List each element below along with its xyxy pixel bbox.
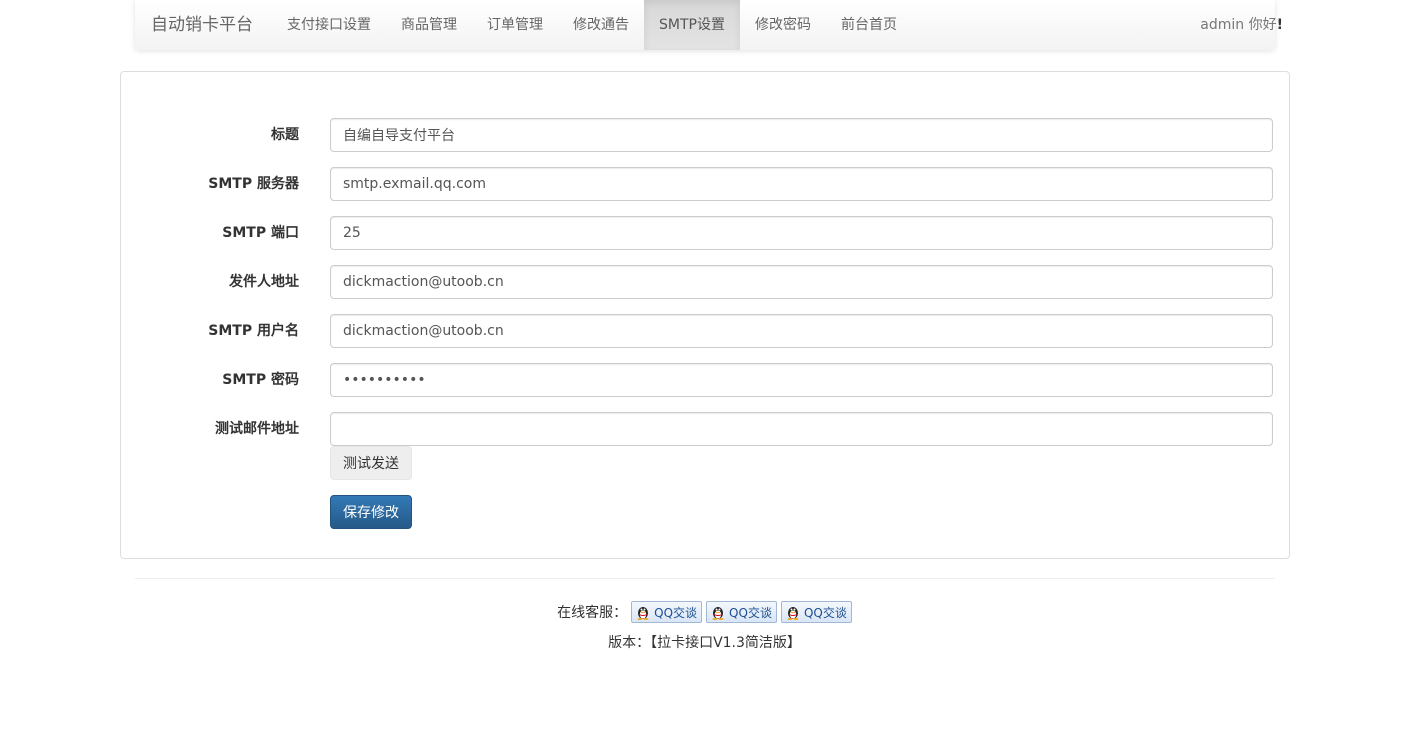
nav-item-change-password[interactable]: 修改密码 — [740, 0, 826, 50]
form-row-test-email: 测试邮件地址 — [121, 412, 1289, 446]
qq-chat-label-1: QQ交谈 — [654, 605, 698, 620]
smtp-password-input[interactable] — [330, 363, 1273, 397]
test-email-input[interactable] — [330, 412, 1273, 446]
qq-penguin-icon — [712, 607, 724, 620]
qq-penguin-icon — [637, 607, 649, 620]
qq-chat-button-2[interactable]: QQ交谈 — [706, 601, 777, 623]
nav-item-product-management[interactable]: 商品管理 — [386, 0, 472, 50]
version-text: 版本：【拉卡接口V1.3简洁版】 — [608, 635, 801, 651]
form-row-title: 标题 — [121, 118, 1289, 152]
smtp-port-input[interactable] — [330, 216, 1273, 250]
form-row-smtp-password: SMTP 密码 — [121, 363, 1289, 397]
service-label: 在线客服： — [557, 605, 628, 621]
title-label: 标题 — [271, 127, 299, 143]
qq-chat-label-2: QQ交谈 — [729, 605, 772, 620]
smtp-server-input[interactable] — [330, 167, 1273, 201]
footer-divider — [135, 578, 1275, 579]
qq-penguin-icon — [787, 607, 799, 620]
form-row-sender-address: 发件人地址 — [121, 265, 1289, 299]
brand-link[interactable]: 自动销卡平台 — [151, 0, 253, 50]
form-row-smtp-port: SMTP 端口 — [121, 216, 1289, 250]
nav-item-order-management[interactable]: 订单管理 — [472, 0, 558, 50]
sender-address-input[interactable] — [330, 265, 1273, 299]
top-navbar: 自动销卡平台 支付接口设置 商品管理 订单管理 修改通告 SMTP设置 修改密码… — [135, 0, 1283, 50]
smtp-port-label: SMTP 端口 — [222, 225, 299, 241]
smtp-settings-panel: 标题 SMTP 服务器 SMTP 端口 发件人地址 SMTP 用户名 SMTP … — [120, 71, 1290, 559]
nav-item-front-home[interactable]: 前台首页 — [826, 0, 912, 50]
smtp-password-label: SMTP 密码 — [222, 372, 299, 388]
qq-chat-label-3: QQ交谈 — [803, 605, 847, 620]
sender-address-label: 发件人地址 — [229, 274, 299, 290]
user-greeting: admin 你好! — [1200, 0, 1283, 50]
online-service: 在线客服： QQ交谈 QQ交谈 QQ交谈 — [0, 600, 1409, 624]
main-nav: 支付接口设置 商品管理 订单管理 修改通告 SMTP设置 修改密码 前台首页 — [272, 0, 912, 50]
user-greeting-text: admin 你好 — [1200, 17, 1277, 33]
form-row-smtp-username: SMTP 用户名 — [121, 314, 1289, 348]
smtp-server-label: SMTP 服务器 — [208, 176, 299, 192]
test-email-label: 测试邮件地址 — [215, 421, 299, 437]
save-button[interactable]: 保存修改 — [330, 495, 412, 529]
qq-chat-button-3[interactable]: QQ交谈 — [780, 601, 852, 623]
nav-item-payment-settings[interactable]: 支付接口设置 — [272, 0, 386, 50]
nav-item-smtp-settings[interactable]: SMTP设置 — [644, 0, 740, 50]
form-row-smtp-server: SMTP 服务器 — [121, 167, 1289, 201]
qq-chat-button-1[interactable]: QQ交谈 — [631, 601, 703, 623]
smtp-username-label: SMTP 用户名 — [208, 323, 299, 339]
nav-item-edit-notice[interactable]: 修改通告 — [558, 0, 644, 50]
test-send-button[interactable]: 测试发送 — [330, 446, 412, 480]
user-greeting-suffix: ! — [1276, 17, 1283, 33]
title-input[interactable] — [330, 118, 1273, 152]
smtp-username-input[interactable] — [330, 314, 1273, 348]
